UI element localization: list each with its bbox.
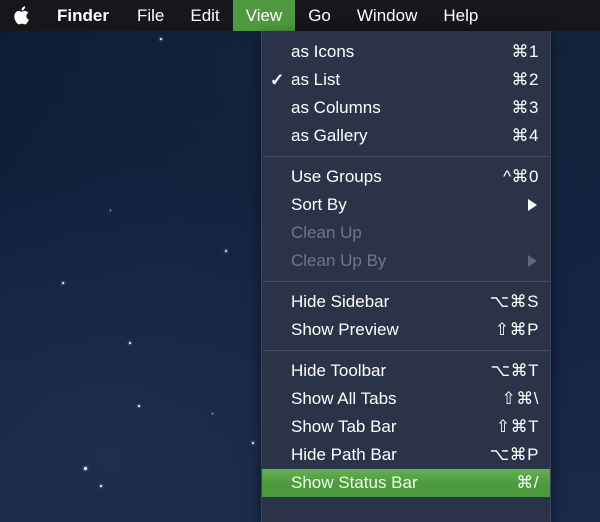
submenu-arrow-icon — [528, 199, 537, 211]
menu-item-as-gallery[interactable]: as Gallery ⌘4 — [262, 122, 550, 150]
apple-menu-button[interactable] — [0, 0, 44, 31]
menu-item-sort-by[interactable]: Sort By — [262, 191, 550, 219]
menu-item-show-tab-bar[interactable]: Show Tab Bar ⇧⌘T — [262, 413, 550, 441]
desktop-star — [138, 405, 140, 407]
desktop-star — [225, 250, 228, 253]
apple-logo-icon — [13, 5, 30, 26]
menu-item-label: Sort By — [291, 195, 347, 214]
menu-item-shortcut: ⇧⌘\ — [501, 389, 539, 408]
menu-item-clean-up-by: Clean Up By — [262, 247, 550, 275]
menu-item-show-status-bar[interactable]: Show Status Bar ⌘/ — [262, 469, 550, 497]
menu-item-shortcut: ⌘2 — [511, 70, 539, 89]
menubar-item-help[interactable]: Help — [430, 0, 491, 31]
menu-item-hide-path-bar[interactable]: Hide Path Bar ⌥⌘P — [262, 441, 550, 469]
menubar-item-edit[interactable]: Edit — [177, 0, 232, 31]
menu-item-shortcut: ⇧⌘T — [495, 417, 539, 436]
menu-item-as-columns[interactable]: as Columns ⌘3 — [262, 94, 550, 122]
menu-item-label: Show All Tabs — [291, 389, 397, 408]
menubar-item-finder[interactable]: Finder — [44, 0, 124, 31]
desktop-star — [84, 467, 87, 470]
menu-item-shortcut: ⌥⌘S — [489, 292, 539, 311]
menu-item-label: Show Preview — [291, 320, 399, 339]
menu-separator — [263, 156, 549, 157]
menu-item-as-list[interactable]: ✓ as List ⌘2 — [262, 66, 550, 94]
desktop-star — [212, 413, 214, 415]
menu-item-show-all-tabs[interactable]: Show All Tabs ⇧⌘\ — [262, 385, 550, 413]
menu-item-label: as Columns — [291, 98, 381, 117]
menu-item-hide-toolbar[interactable]: Hide Toolbar ⌥⌘T — [262, 357, 550, 385]
checkmark-icon: ✓ — [270, 70, 285, 90]
menu-item-clean-up: Clean Up — [262, 219, 550, 247]
menu-item-label: as Gallery — [291, 126, 368, 145]
menu-item-shortcut: ^⌘0 — [503, 167, 539, 186]
desktop-star — [110, 210, 112, 212]
menubar-item-window[interactable]: Window — [344, 0, 430, 31]
menu-item-label: Clean Up — [291, 223, 362, 242]
menu-item-shortcut: ⌘/ — [516, 473, 539, 492]
menu-item-shortcut: ⌥⌘T — [490, 361, 539, 380]
menu-item-show-preview[interactable]: Show Preview ⇧⌘P — [262, 316, 550, 344]
menu-item-shortcut: ⌘4 — [511, 126, 539, 145]
menubar-item-view[interactable]: View — [232, 0, 296, 31]
desktop-star — [129, 342, 131, 344]
menu-item-label: Clean Up By — [291, 251, 387, 270]
menu-bar: Finder File Edit View Go Window Help — [0, 0, 600, 31]
desktop-star — [252, 442, 254, 444]
menu-item-label: Hide Sidebar — [291, 292, 390, 311]
menu-item-as-icons[interactable]: as Icons ⌘1 — [262, 38, 550, 66]
menu-item-hide-sidebar[interactable]: Hide Sidebar ⌥⌘S — [262, 288, 550, 316]
menu-separator — [263, 350, 549, 351]
menu-item-shortcut: ⇧⌘P — [494, 320, 539, 339]
desktop-star — [100, 485, 102, 487]
desktop-star — [160, 38, 162, 40]
menu-item-label: Use Groups — [291, 167, 382, 186]
menu-item-shortcut: ⌘3 — [511, 98, 539, 117]
menu-item-label: Show Status Bar — [291, 473, 418, 492]
menu-item-label: as Icons — [291, 42, 355, 61]
screen: Finder File Edit View Go Window Help as Icons ⌘… — [0, 0, 600, 522]
menubar-item-go[interactable]: Go — [295, 0, 344, 31]
submenu-arrow-icon — [528, 255, 537, 267]
menubar-item-file[interactable]: File — [124, 0, 177, 31]
menu-item-shortcut: ⌥⌘P — [489, 445, 539, 464]
desktop-star — [62, 282, 64, 284]
menu-item-shortcut: ⌘1 — [511, 42, 539, 61]
menu-item-label: Hide Path Bar — [291, 445, 397, 464]
menu-item-label: Show Tab Bar — [291, 417, 397, 436]
menu-item-label: as List — [291, 70, 341, 89]
menu-separator — [263, 281, 549, 282]
view-menu-dropdown[interactable]: as Icons ⌘1 ✓ as List ⌘2 as Columns ⌘3 as Galle… — [261, 31, 551, 522]
menu-item-label: Hide Toolbar — [291, 361, 387, 380]
menu-item-use-groups[interactable]: Use Groups ^⌘0 — [262, 163, 550, 191]
